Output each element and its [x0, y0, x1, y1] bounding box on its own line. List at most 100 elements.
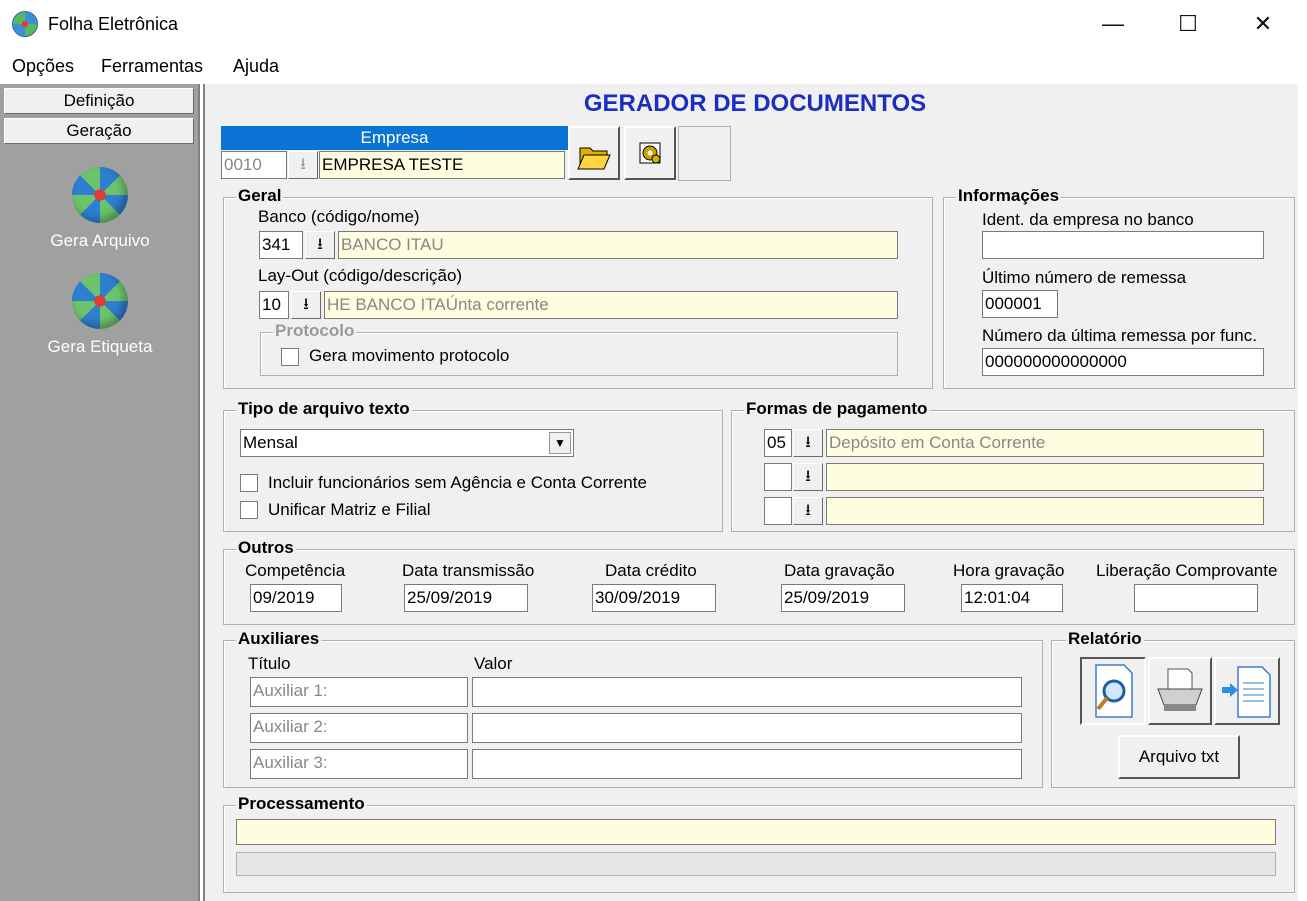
empresa-name-field[interactable]: EMPRESA TESTE	[319, 151, 565, 179]
gera-arquivo-globe-icon	[72, 167, 128, 223]
relatorio-title: Relatório	[1066, 629, 1144, 649]
menu-ferramentas[interactable]: Ferramentas	[101, 56, 203, 77]
protocolo-title: Protocolo	[273, 321, 357, 341]
forma-code-3[interactable]	[764, 497, 792, 525]
relatorio-group: Relatório Arquivo txt	[1051, 629, 1295, 788]
tipo-selected-value: Mensal	[243, 433, 298, 452]
banco-label: Banco (código/nome)	[258, 207, 420, 226]
forma-2-download-icon[interactable]: ⭳	[793, 463, 823, 491]
app-globe-icon	[12, 11, 38, 37]
auxiliares-title: Auxiliares	[236, 629, 322, 649]
numero-field[interactable]: 000000000000000	[982, 348, 1264, 376]
banco-name-field[interactable]: BANCO ITAU	[338, 231, 898, 259]
magnifier-document-icon	[1095, 664, 1133, 718]
aux-titulo-1[interactable]: Auxiliar 1:	[250, 677, 468, 707]
main-panel: GERADOR DE DOCUMENTOS Empresa 0010 ⭳ EMP…	[203, 84, 1298, 901]
minimize-button[interactable]: —	[1090, 8, 1136, 40]
gera-etiqueta-label: Gera Etiqueta	[47, 337, 153, 356]
informacoes-title: Informações	[956, 186, 1062, 206]
forma-3-download-icon[interactable]: ⭳	[793, 497, 823, 525]
aux-valor-1[interactable]	[472, 677, 1022, 707]
arquivo-txt-button[interactable]: Arquivo txt	[1118, 735, 1240, 779]
forma-desc-2[interactable]	[826, 463, 1264, 491]
menu-bar: Opções Ferramentas Ajuda	[0, 52, 1307, 82]
empresa-code-field[interactable]: 0010	[221, 151, 287, 179]
empresa-download-icon[interactable]: ⭳	[288, 151, 318, 179]
forma-1-download-icon[interactable]: ⭳	[793, 429, 823, 457]
competencia-label: Competência	[245, 561, 346, 580]
incluir-label: Incluir funcionários sem Agência e Conta…	[268, 473, 647, 492]
window-title: Folha Eletrônica	[48, 14, 179, 34]
layout-code-field[interactable]: 10	[259, 291, 289, 319]
outros-title: Outros	[236, 538, 296, 558]
competencia-field[interactable]: 09/2019	[250, 584, 342, 612]
forma-desc-3[interactable]	[826, 497, 1264, 525]
processamento-group: Processamento	[223, 794, 1295, 893]
col-titulo-label: Título	[248, 654, 291, 673]
page-title: GERADOR DE DOCUMENTOS	[583, 90, 927, 117]
formas-title: Formas de pagamento	[744, 399, 930, 419]
printer-icon	[1157, 668, 1203, 711]
chevron-down-icon[interactable]: ▼	[549, 432, 571, 454]
aux-valor-2[interactable]	[472, 713, 1022, 743]
open-folder-button[interactable]	[568, 126, 620, 180]
open-folder-icon	[577, 147, 611, 170]
forma-code-2[interactable]	[764, 463, 792, 491]
export-document-icon	[1222, 666, 1271, 718]
empresa-tool-frame	[678, 126, 731, 181]
title-bar: Folha Eletrônica — ☐ ✕	[0, 0, 1307, 48]
layout-download-icon[interactable]: ⭳	[291, 291, 321, 319]
hora-label: Hora gravação	[953, 561, 1065, 580]
geral-title: Geral	[236, 186, 284, 206]
outros-group: Outros Competência 09/2019 Data transmis…	[223, 538, 1295, 625]
protocolo-label: Gera movimento protocolo	[309, 346, 510, 365]
hora-field[interactable]: 12:01:04	[961, 584, 1063, 612]
banco-code-field[interactable]: 341	[259, 231, 303, 259]
menu-opcoes[interactable]: Opções	[12, 56, 74, 77]
gravacao-label: Data gravação	[784, 561, 895, 580]
banco-download-icon[interactable]: ⭳	[305, 231, 335, 259]
liberacao-label: Liberação Comprovante	[1096, 561, 1278, 580]
tipo-select[interactable]: Mensal ▼	[240, 429, 574, 457]
geral-group: Geral Banco (código/nome) 341 ⭳ BANCO IT…	[223, 186, 933, 389]
transmissao-field[interactable]: 25/09/2019	[404, 584, 528, 612]
auxiliares-group: Auxiliares Título Valor Auxiliar 1: Auxi…	[223, 629, 1043, 788]
export-button[interactable]	[1214, 657, 1280, 725]
close-button[interactable]: ✕	[1240, 8, 1286, 40]
processamento-title: Processamento	[236, 794, 367, 814]
ultimo-field[interactable]: 000001	[982, 290, 1058, 318]
menu-ajuda[interactable]: Ajuda	[233, 56, 279, 77]
ident-field[interactable]	[982, 231, 1264, 259]
gravacao-field[interactable]: 25/09/2019	[781, 584, 905, 612]
transmissao-label: Data transmissão	[402, 561, 535, 580]
aux-titulo-3[interactable]: Auxiliar 3:	[250, 749, 468, 779]
forma-code-1[interactable]: 05	[764, 429, 792, 457]
preview-button[interactable]	[1080, 657, 1146, 725]
print-button[interactable]	[1148, 657, 1212, 725]
unificar-checkbox[interactable]	[240, 501, 258, 519]
tab-geracao[interactable]: Geração	[4, 118, 194, 144]
aux-valor-3[interactable]	[472, 749, 1022, 779]
credito-field[interactable]: 30/09/2019	[592, 584, 716, 612]
ultimo-label: Último número de remessa	[982, 268, 1187, 287]
settings-button[interactable]	[624, 126, 676, 180]
layout-name-field[interactable]: HE BANCO ITAÚnta corrente	[324, 291, 898, 319]
tipo-title: Tipo de arquivo texto	[236, 399, 412, 419]
liberacao-field[interactable]	[1134, 584, 1258, 612]
tab-definicao[interactable]: Definição	[4, 88, 194, 114]
numero-label: Número da última remessa por func.	[982, 326, 1257, 345]
gera-etiqueta-globe-icon	[72, 273, 128, 329]
protocolo-checkbox[interactable]	[281, 348, 299, 366]
processamento-status-field	[236, 819, 1276, 845]
forma-desc-1[interactable]: Depósito em Conta Corrente	[826, 429, 1264, 457]
aux-titulo-2[interactable]: Auxiliar 2:	[250, 713, 468, 743]
protocolo-group: Protocolo Gera movimento protocolo	[260, 321, 898, 376]
sidebar: Definição Geração Gera Arquivo Gera Etiq…	[0, 84, 200, 901]
incluir-checkbox[interactable]	[240, 474, 258, 492]
empresa-header: Empresa	[221, 126, 568, 150]
gera-arquivo-label: Gera Arquivo	[50, 231, 150, 250]
formas-group: Formas de pagamento 05 ⭳ Depósito em Con…	[731, 399, 1295, 532]
tipo-group: Tipo de arquivo texto Mensal ▼ Incluir f…	[223, 399, 723, 532]
unificar-label: Unificar Matriz e Filial	[268, 500, 431, 519]
maximize-button[interactable]: ☐	[1165, 8, 1211, 40]
